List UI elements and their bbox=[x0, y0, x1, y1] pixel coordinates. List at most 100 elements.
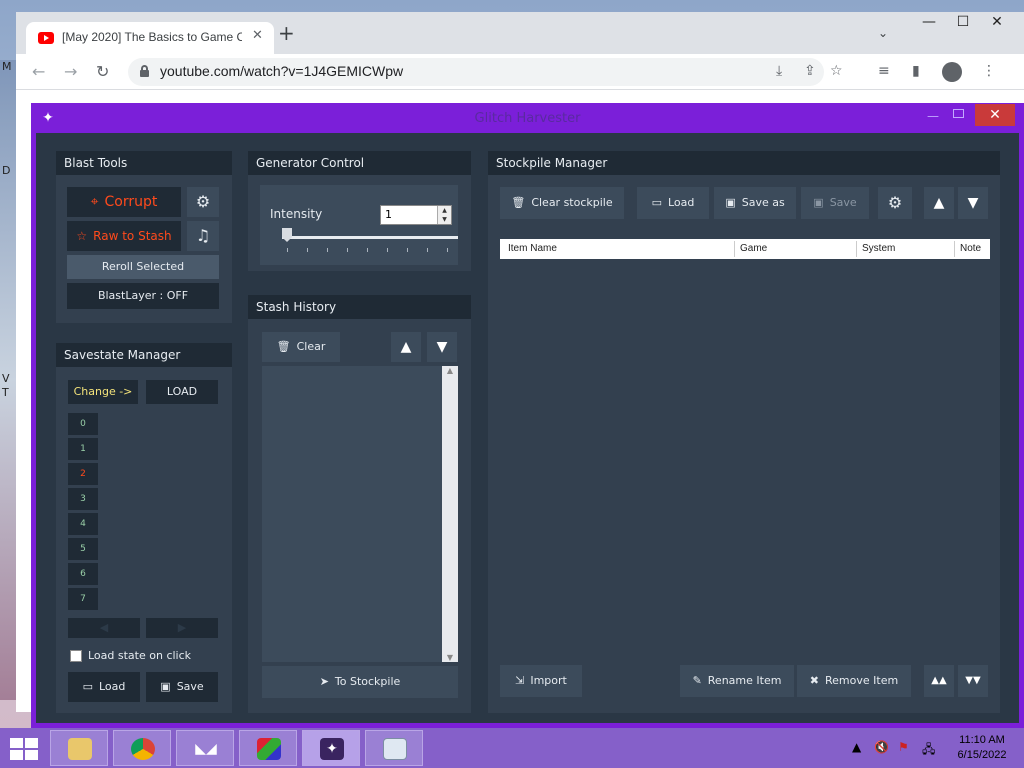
window-title: Glitch Harvester bbox=[474, 111, 581, 126]
menu-kebab-icon[interactable]: ⋮ bbox=[982, 63, 996, 79]
stockpile-save-as-button[interactable]: ▣ Save as bbox=[714, 187, 796, 219]
taskbar-glitch-harvester[interactable]: ✦ bbox=[302, 730, 360, 766]
music-note-icon[interactable]: ♫ bbox=[187, 221, 219, 251]
profile-avatar-icon[interactable] bbox=[942, 62, 962, 82]
volume-muted-icon[interactable]: 🔇 bbox=[874, 740, 889, 754]
column-header-item-name[interactable]: Item Name bbox=[508, 243, 557, 254]
window-body: Blast Tools ⌖ Corrupt ⚙ ☆ Raw to Stash ♫ R… bbox=[36, 133, 1019, 723]
savestate-slot[interactable]: 7 bbox=[68, 588, 98, 610]
tab-close-icon[interactable]: ✕ bbox=[252, 28, 263, 43]
intensity-slider-thumb[interactable] bbox=[282, 228, 292, 242]
stockpile-save-button[interactable]: ▣ Save bbox=[801, 187, 869, 219]
savestate-save-button[interactable]: ▣ Save bbox=[146, 672, 218, 702]
close-button[interactable]: ✕ bbox=[975, 104, 1015, 126]
stockpile-move-down-button[interactable]: ▼ bbox=[958, 187, 988, 219]
desktop-icon-label: T bbox=[2, 386, 9, 399]
monitor-icon bbox=[383, 738, 407, 760]
emulator-icon bbox=[257, 738, 281, 760]
system-clock[interactable]: 11:10 AM 6/15/2022 bbox=[950, 733, 1014, 763]
stockpile-grid-body[interactable] bbox=[500, 259, 990, 659]
taskbar: ◣◢ ✦ ▲ 🔇 ⚑ 🖧 11:10 AM 6/15/2022 bbox=[0, 728, 1024, 768]
media-control-icon[interactable]: ≡ bbox=[878, 63, 890, 79]
savestate-slot[interactable]: 0 bbox=[68, 413, 98, 435]
column-header-system[interactable]: System bbox=[862, 243, 895, 254]
panel-title: Stash History bbox=[248, 295, 471, 319]
tab-search-icon[interactable]: ⌄ bbox=[878, 26, 888, 40]
slider-tick bbox=[367, 248, 368, 252]
next-page-button[interactable]: ▶ bbox=[146, 618, 218, 638]
slider-tick bbox=[407, 248, 408, 252]
savestate-slot-active[interactable]: 2 bbox=[68, 463, 98, 485]
lock-icon[interactable] bbox=[140, 65, 149, 77]
taskbar-app[interactable]: ◣◢ bbox=[176, 730, 234, 766]
column-header-note[interactable]: Note bbox=[960, 243, 981, 254]
change-button[interactable]: Change -> bbox=[68, 380, 138, 404]
intensity-spinner[interactable]: ▲ ▼ bbox=[437, 206, 451, 224]
move-bottom-button[interactable]: ▼▼ bbox=[958, 665, 988, 697]
taskbar-chrome[interactable] bbox=[113, 730, 171, 766]
column-header-game[interactable]: Game bbox=[740, 243, 767, 254]
savestate-slot[interactable]: 6 bbox=[68, 563, 98, 585]
slider-tick bbox=[347, 248, 348, 252]
address-bar[interactable]: youtube.com/watch?v=1J4GEMICWpw ⤓ ⇪ ☆ bbox=[128, 58, 843, 86]
savestate-slot[interactable]: 1 bbox=[68, 438, 98, 460]
minimize-icon[interactable]: — bbox=[927, 109, 939, 123]
intensity-group: Intensity 1 ▲ ▼ bbox=[260, 185, 458, 265]
window-titlebar: ✦ Glitch Harvester — ✕ bbox=[31, 103, 1024, 133]
remove-item-button[interactable]: ✖ Remove Item bbox=[797, 665, 911, 697]
stockpile-move-up-button[interactable]: ▲ bbox=[924, 187, 954, 219]
reroll-selected-button[interactable]: Reroll Selected bbox=[67, 255, 219, 279]
intensity-slider-track[interactable] bbox=[282, 236, 458, 239]
savestate-slot[interactable]: 5 bbox=[68, 538, 98, 560]
bookmark-star-icon[interactable]: ☆ bbox=[830, 63, 843, 79]
stash-scrollbar[interactable]: ▲ ▼ bbox=[442, 366, 458, 662]
back-icon[interactable]: ← bbox=[32, 62, 45, 81]
taskbar-task-manager[interactable] bbox=[365, 730, 423, 766]
install-icon[interactable]: ⤓ bbox=[776, 63, 782, 79]
maximize-icon[interactable] bbox=[953, 109, 964, 118]
move-up-button[interactable]: ▲ bbox=[391, 332, 421, 362]
rename-item-button[interactable]: ✎ Rename Item bbox=[680, 665, 794, 697]
import-button[interactable]: ⇲ Import bbox=[500, 665, 582, 697]
forward-icon[interactable]: → bbox=[64, 62, 77, 81]
close-window-button[interactable]: ✕ bbox=[980, 14, 1014, 30]
savestate-load-button[interactable]: ▭ Load bbox=[68, 672, 140, 702]
load-on-click-checkbox[interactable] bbox=[70, 650, 82, 662]
move-top-button[interactable]: ▲▲ bbox=[924, 665, 954, 697]
taskbar-emulator[interactable] bbox=[239, 730, 297, 766]
scroll-down-icon[interactable]: ▼ bbox=[442, 653, 458, 662]
windows-start-icon[interactable] bbox=[10, 738, 38, 760]
move-down-button[interactable]: ▼ bbox=[427, 332, 457, 362]
reload-icon[interactable]: ↻ bbox=[96, 62, 109, 81]
blastlayer-toggle[interactable]: BlastLayer : OFF bbox=[67, 283, 219, 309]
url-text[interactable]: youtube.com/watch?v=1J4GEMICWpw bbox=[160, 63, 403, 79]
savestate-slot[interactable]: 3 bbox=[68, 488, 98, 510]
network-error-icon[interactable]: ⚑ bbox=[898, 740, 909, 754]
stash-history-list[interactable]: ▲ ▼ bbox=[262, 366, 458, 662]
clear-stockpile-button[interactable]: 🗑 Clear stockpile bbox=[500, 187, 624, 219]
intensity-input[interactable]: 1 ▲ ▼ bbox=[380, 205, 452, 225]
folder-icon: ▭ bbox=[82, 680, 93, 693]
browser-tab[interactable]: [May 2020] The Basics to Game C ✕ bbox=[26, 22, 274, 54]
minimize-button[interactable]: — bbox=[912, 14, 946, 30]
stockpile-grid-header: Item Name Game System Note bbox=[500, 239, 990, 259]
tray-expand-icon[interactable]: ▲ bbox=[852, 740, 861, 754]
prev-page-button[interactable]: ◀ bbox=[68, 618, 140, 638]
stash-clear-button[interactable]: 🗑 Clear bbox=[262, 332, 340, 362]
maximize-button[interactable]: ☐ bbox=[946, 14, 980, 30]
stockpile-load-button[interactable]: ▭ Load bbox=[637, 187, 709, 219]
scroll-up-icon[interactable]: ▲ bbox=[442, 366, 458, 375]
network-icon[interactable]: 🖧 bbox=[922, 740, 935, 761]
savestate-slot[interactable]: 4 bbox=[68, 513, 98, 535]
corrupt-button[interactable]: ⌖ Corrupt bbox=[67, 187, 181, 217]
share-icon[interactable]: ⇪ bbox=[804, 63, 816, 79]
new-tab-button[interactable]: + bbox=[278, 23, 295, 43]
load-top-button[interactable]: LOAD bbox=[146, 380, 218, 404]
youtube-icon bbox=[38, 32, 54, 44]
raw-to-stash-button[interactable]: ☆ Raw to Stash bbox=[67, 221, 181, 251]
side-panel-icon[interactable]: ▮ bbox=[912, 63, 920, 79]
stockpile-settings-gear-icon[interactable]: ⚙ bbox=[878, 187, 912, 219]
to-stockpile-button[interactable]: ➤ To Stockpile bbox=[262, 666, 458, 698]
taskbar-file-explorer[interactable] bbox=[50, 730, 108, 766]
settings-gear-icon[interactable]: ⚙ bbox=[187, 187, 219, 217]
